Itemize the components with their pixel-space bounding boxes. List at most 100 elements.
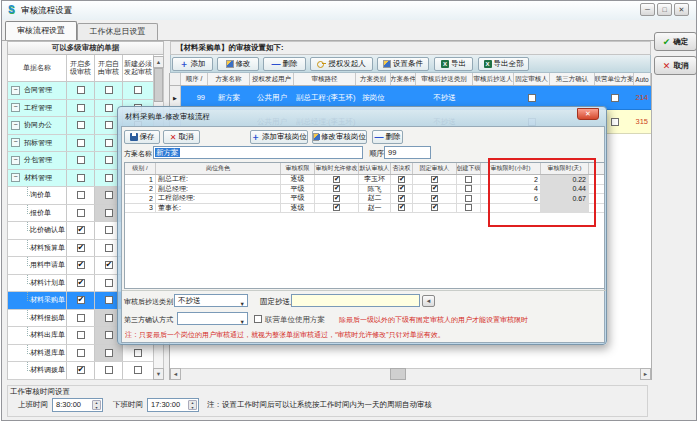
multi-level-checkbox[interactable] — [77, 279, 85, 287]
right-column-header[interactable]: 第三方确认 — [550, 73, 595, 85]
free-audit-checkbox[interactable] — [105, 209, 113, 217]
list-item[interactable]: 材料调拨单 — [8, 362, 154, 380]
dialog-cancel-button[interactable]: ✕取消 — [163, 130, 200, 144]
free-audit-checkbox[interactable] — [105, 349, 113, 357]
end-time-input[interactable]: 17:30:00▲▼ — [147, 398, 199, 412]
multi-level-checkbox[interactable] — [77, 349, 85, 357]
expand-icon[interactable]: − — [11, 156, 20, 165]
veto-checkbox[interactable] — [398, 185, 405, 192]
free-audit-checkbox[interactable] — [105, 191, 113, 199]
create-sub-checkbox[interactable] — [465, 204, 472, 211]
export-all-button[interactable]: X导出全部 — [478, 57, 529, 71]
right-column-header[interactable]: 方案条件 — [391, 73, 416, 85]
expand-icon[interactable]: − — [11, 86, 20, 95]
right-column-header[interactable]: 方案名称 — [208, 73, 250, 85]
free-audit-checkbox[interactable] — [105, 226, 113, 234]
veto-checkbox[interactable] — [398, 204, 405, 211]
dialog-column-header[interactable]: 审核权限 — [281, 163, 315, 174]
set-condition-button[interactable]: 设置条件 — [377, 57, 429, 71]
right-column-header[interactable]: 审核后抄送类别 — [416, 73, 473, 85]
joint-scheme-checkbox[interactable] — [611, 118, 619, 126]
veto-checkbox[interactable] — [398, 176, 405, 183]
left-column-header[interactable]: 新建必须发起审核 — [123, 55, 154, 81]
add-position-button[interactable]: ＋添加审核岗位 — [250, 130, 308, 144]
free-audit-checkbox[interactable] — [105, 261, 113, 269]
free-audit-checkbox[interactable] — [105, 366, 113, 374]
minimize-button[interactable]: ─ — [640, 3, 655, 16]
right-column-header[interactable]: 固定审核人 — [514, 73, 550, 85]
must-initiate-checkbox[interactable] — [134, 86, 142, 94]
modify-button[interactable]: 修改 — [217, 57, 259, 71]
delete-button[interactable]: —删除 — [263, 57, 306, 71]
multi-level-checkbox[interactable] — [77, 226, 85, 234]
delete-position-button[interactable]: —删除 — [372, 130, 403, 144]
multi-level-checkbox[interactable] — [77, 366, 85, 374]
tab-rest-day[interactable]: 工作休息日设置 — [77, 23, 158, 41]
modify-position-button[interactable]: 修改审核岗位 — [312, 130, 367, 144]
h-scroll-right-button[interactable]: ► — [640, 368, 651, 380]
allow-modify-checkbox[interactable] — [333, 185, 340, 192]
multi-level-checkbox[interactable] — [77, 174, 85, 182]
start-time-input[interactable]: 8:30:00▲▼ — [52, 398, 103, 412]
h-scroll-thumb[interactable] — [390, 368, 406, 380]
end-time-spinner[interactable]: ▲▼ — [188, 400, 197, 410]
fixed-auditor-checkbox[interactable] — [431, 185, 438, 192]
dialog-column-header[interactable]: 审核时允许修改 — [315, 163, 359, 174]
order-input[interactable]: 99 — [384, 146, 431, 159]
allow-modify-checkbox[interactable] — [333, 204, 340, 211]
free-audit-checkbox[interactable] — [105, 296, 113, 304]
create-sub-checkbox[interactable] — [465, 195, 472, 202]
fixed-auditor-checkbox[interactable] — [431, 195, 438, 202]
left-column-header[interactable]: 开启多级审核 — [67, 55, 95, 81]
multi-level-checkbox[interactable] — [77, 121, 85, 129]
scheme-name-input[interactable]: 新方案 — [153, 146, 363, 159]
h-scrollbar[interactable] — [170, 368, 651, 380]
free-audit-checkbox[interactable] — [105, 279, 113, 287]
allow-modify-checkbox[interactable] — [333, 176, 340, 183]
dialog-column-header[interactable]: 岗位角色 — [156, 163, 281, 174]
free-audit-checkbox[interactable] — [105, 121, 113, 129]
cc-type-select[interactable]: 不抄送▼ — [174, 294, 248, 307]
cc-person-picker-button[interactable]: ◄ — [422, 295, 435, 307]
multi-level-checkbox[interactable] — [77, 191, 85, 199]
list-item[interactable]: −合同管理 — [8, 82, 154, 100]
right-column-header[interactable]: 顺序 / — [181, 73, 208, 85]
free-audit-checkbox[interactable] — [105, 86, 113, 94]
multi-level-checkbox[interactable] — [77, 296, 85, 304]
free-audit-checkbox[interactable] — [105, 104, 113, 112]
free-audit-checkbox[interactable] — [105, 139, 113, 147]
expand-icon[interactable]: − — [11, 121, 20, 130]
add-button[interactable]: ＋添加 — [172, 57, 213, 71]
free-audit-checkbox[interactable] — [105, 331, 113, 339]
left-scrollbar-thumb[interactable] — [154, 68, 163, 102]
expand-icon[interactable]: − — [11, 103, 20, 112]
left-column-header[interactable]: 单据名称 — [8, 55, 67, 81]
multi-level-checkbox[interactable] — [77, 331, 85, 339]
fixed-auditor-checkbox[interactable] — [431, 204, 438, 211]
dialog-column-header[interactable]: 创建下级 — [457, 163, 481, 174]
dialog-column-header[interactable]: 固定审核人 — [413, 163, 457, 174]
fixed-auditor-checkbox[interactable] — [528, 94, 536, 102]
right-column-header[interactable]: 审核路径 — [294, 73, 356, 85]
tab-audit-flow[interactable]: 审核流程设置 — [5, 21, 77, 41]
multi-level-checkbox[interactable] — [77, 209, 85, 217]
multi-level-checkbox[interactable] — [77, 104, 85, 112]
free-audit-checkbox[interactable] — [105, 156, 113, 164]
must-initiate-checkbox[interactable] — [134, 366, 142, 374]
joint-scheme-checkbox[interactable] — [611, 94, 619, 102]
right-column-header[interactable]: 授权发起用户 — [250, 73, 294, 85]
start-time-spinner[interactable]: ▲▼ — [92, 400, 101, 410]
maximize-button[interactable]: □ — [657, 3, 672, 16]
multi-level-checkbox[interactable] — [77, 86, 85, 94]
multi-level-checkbox[interactable] — [77, 261, 85, 269]
cc-person-input[interactable] — [291, 294, 420, 307]
free-audit-checkbox[interactable] — [105, 244, 113, 252]
close-button[interactable]: ✕ — [674, 3, 689, 16]
multi-level-checkbox[interactable] — [77, 244, 85, 252]
dialog-column-header[interactable]: 默认审核人 — [359, 163, 391, 174]
save-button[interactable]: 保存 — [124, 130, 160, 144]
expand-icon[interactable]: − — [11, 173, 20, 182]
confirm-button[interactable]: ✔确定 — [654, 32, 697, 51]
list-item[interactable]: 材料退库单 — [8, 345, 154, 363]
authorize-initiator-button[interactable]: 授权发起人 — [310, 57, 373, 71]
